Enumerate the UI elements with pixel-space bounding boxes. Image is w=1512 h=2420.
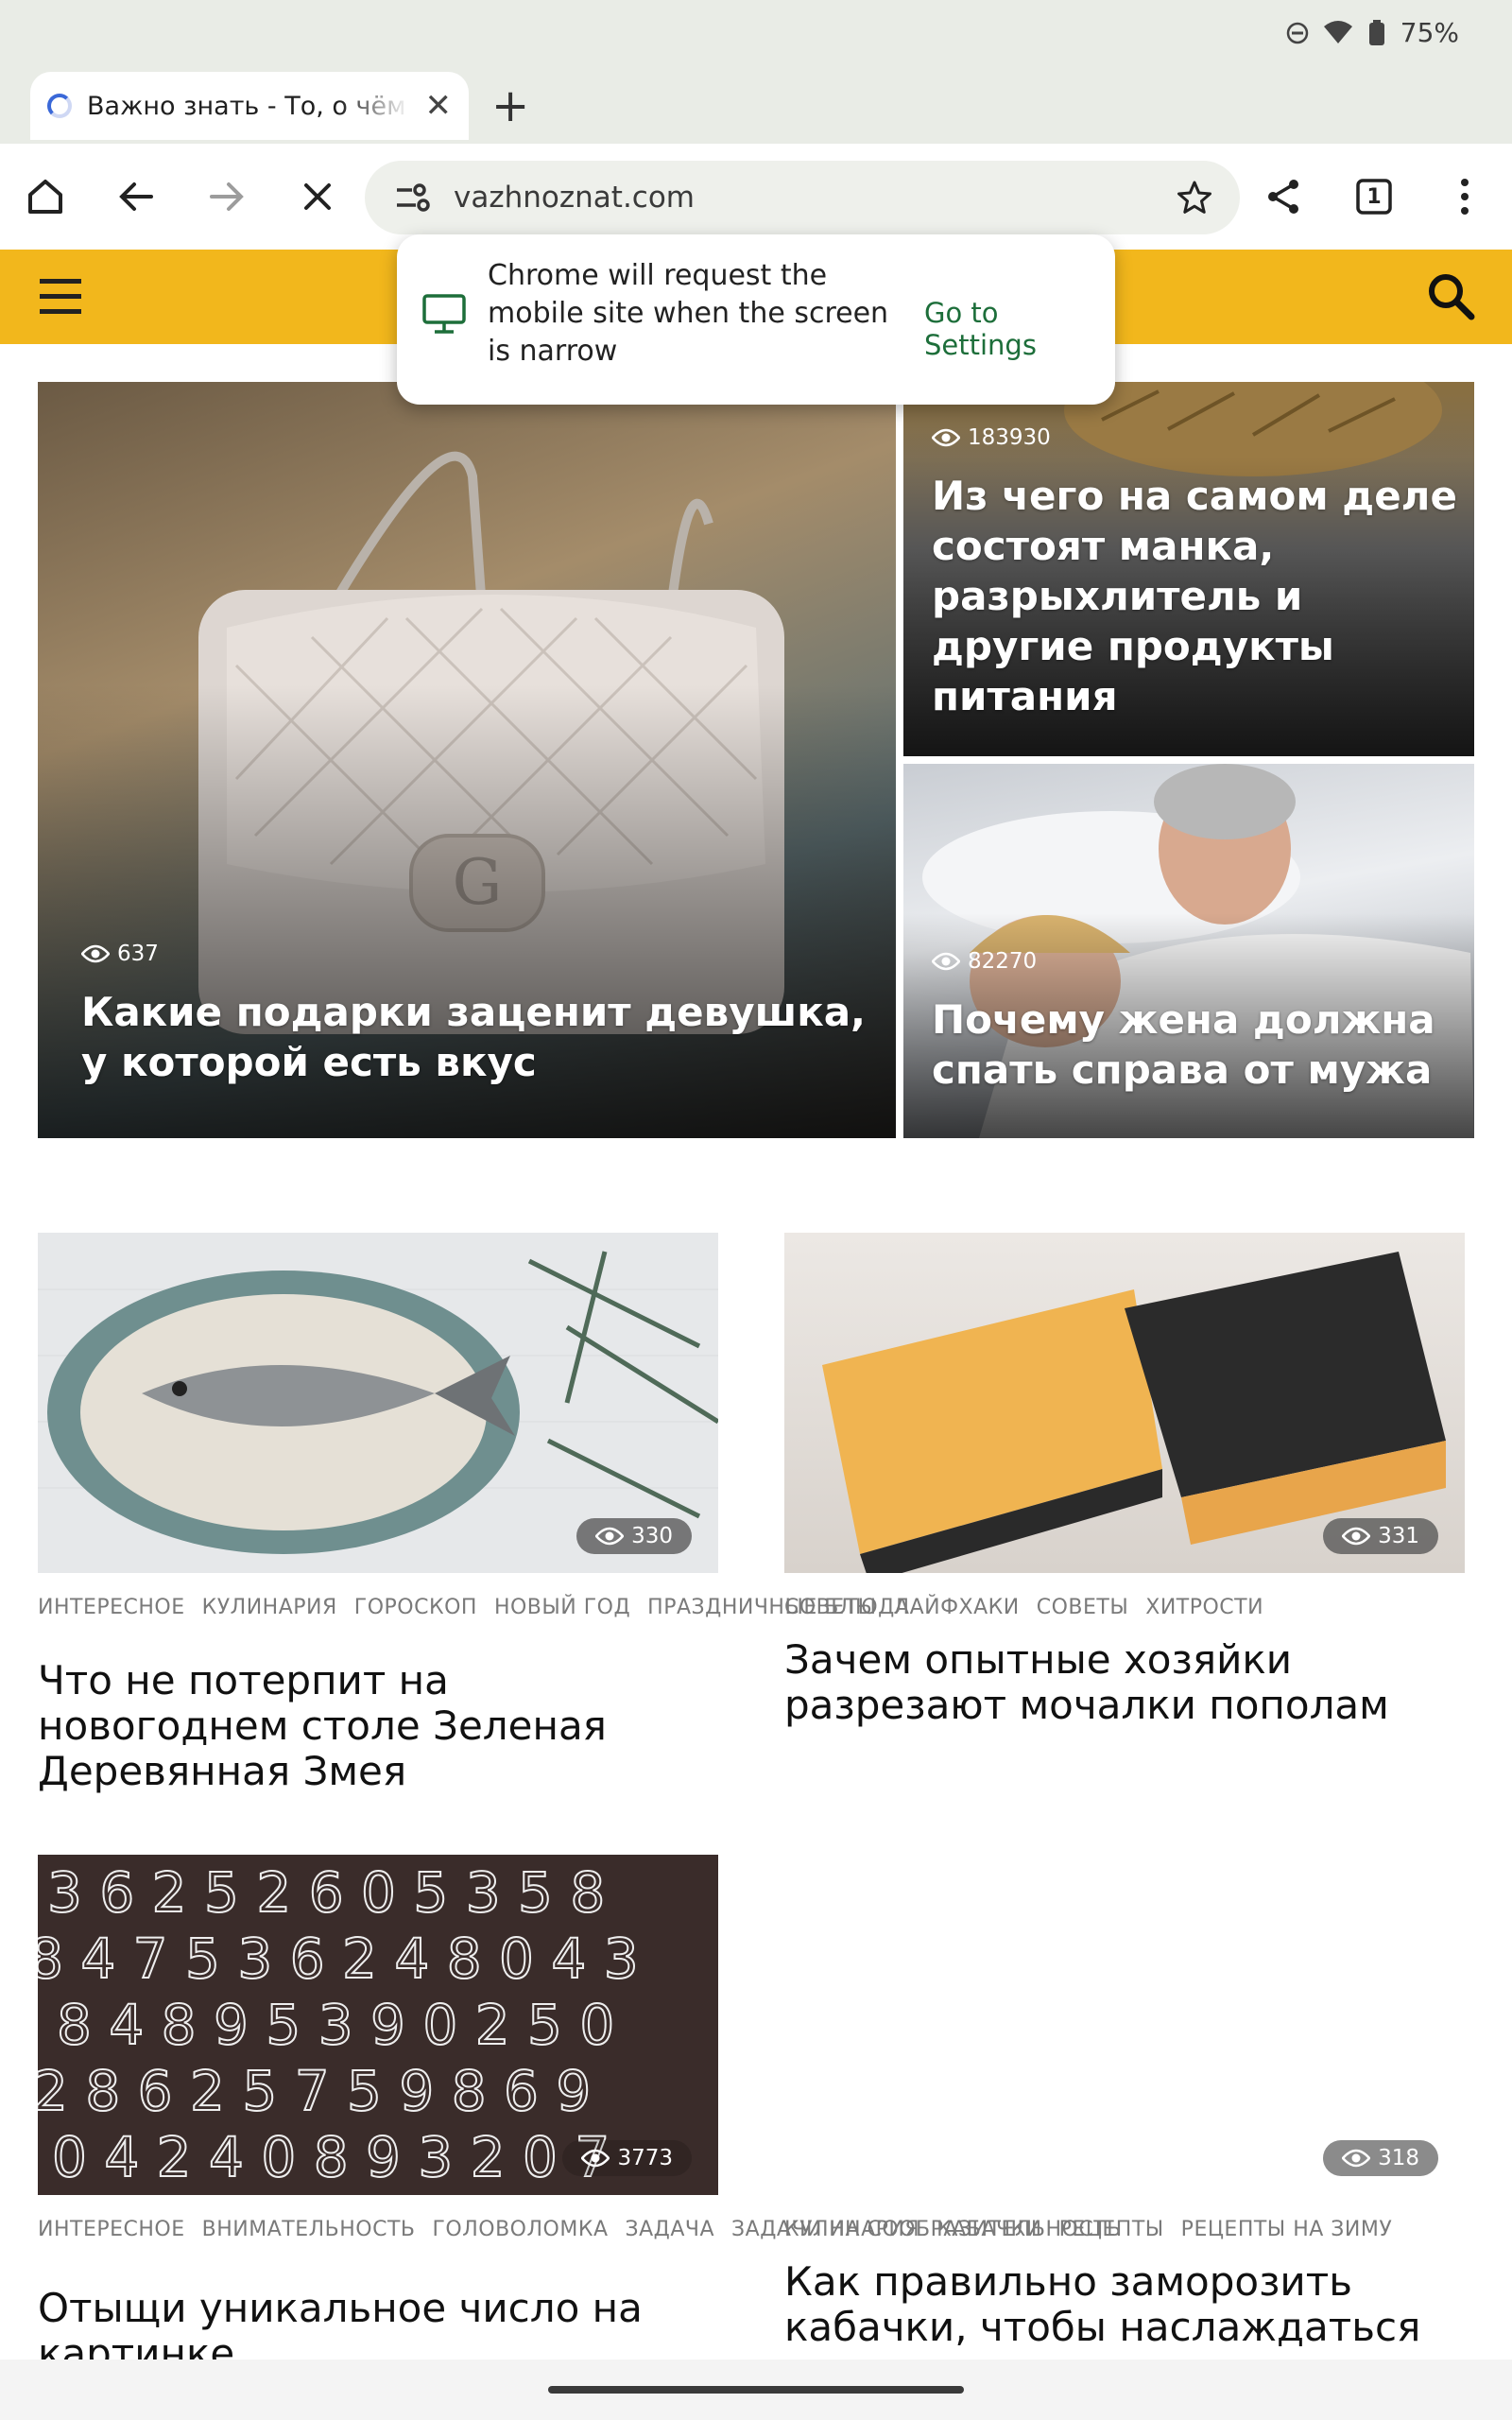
post-title[interactable]: Зачем опытные хозяйки разрезают мочалки … xyxy=(784,1637,1465,1728)
popup-message: Chrome will request the mobile site when… xyxy=(488,259,889,368)
tag-link[interactable]: ЗАДАЧА xyxy=(626,2218,715,2241)
eye-icon xyxy=(932,952,960,971)
eye-icon xyxy=(1342,2149,1371,2168)
views-badge: 3773 xyxy=(562,2140,692,2176)
bookmark-star-icon[interactable] xyxy=(1176,179,1213,216)
featured-top-right-title[interactable]: Из чего на самом деле состоят манка, раз… xyxy=(932,471,1461,721)
post-title[interactable]: Как правильно заморозить кабачки, чтобы … xyxy=(784,2259,1465,2360)
post-image-numbers[interactable]: 3 6 2 5 2 6 0 5 3 5 8 8 4 7 5 3 6 2 4 8 … xyxy=(38,1855,718,2195)
tag-link[interactable]: КАБАЧКИ xyxy=(936,2218,1041,2241)
featured-main-card[interactable]: G 637 Какие подарки заценит девушка, у к… xyxy=(38,382,896,1138)
back-icon[interactable] xyxy=(108,168,164,225)
eye-icon xyxy=(1342,1527,1371,1546)
featured-top-right-card[interactable]: 183930 Из чего на самом деле состоят ман… xyxy=(903,382,1474,756)
svg-text:0 4 2 4 0 8 9 3 2 0 7: 0 4 2 4 0 8 9 3 2 0 7 xyxy=(52,2125,610,2189)
eye-icon xyxy=(581,2149,610,2168)
close-tab-icon[interactable]: ✕ xyxy=(425,87,453,125)
do-not-disturb-icon xyxy=(1286,22,1309,43)
featured-bottom-right-title[interactable]: Почему жена должна спать справа от мужа xyxy=(932,994,1461,1095)
tag-link[interactable]: НОВЫЙ ГОД xyxy=(494,1596,630,1619)
wifi-icon xyxy=(1323,20,1352,43)
post-image-placeholder[interactable]: 318 xyxy=(784,1855,1465,2195)
views-counter: 82270 xyxy=(932,949,1037,974)
tab-strip: Важно знать - То, о чём стоит знать ✕ + xyxy=(0,68,1512,144)
hamburger-menu-icon[interactable] xyxy=(38,276,85,318)
svg-text:2 8 6 2 5 7 5 9 8 6 9: 2 8 6 2 5 7 5 9 8 6 9 xyxy=(38,2059,591,2123)
loading-spinner-icon xyxy=(47,94,72,118)
post-tags: ИНТЕРЕСНОЕ КУЛИНАРИЯ ГОРОСКОП НОВЫЙ ГОД ПРАЗ… xyxy=(38,1594,909,1622)
forward-icon[interactable] xyxy=(198,168,255,225)
tag-link[interactable]: СОВЕТЫ xyxy=(1037,1596,1129,1619)
post-title[interactable]: Отыщи уникальное число на картинке xyxy=(38,2286,718,2360)
home-icon[interactable] xyxy=(17,168,74,225)
tab-switcher-button[interactable]: 1 xyxy=(1346,168,1402,225)
views-badge: 331 xyxy=(1323,1518,1438,1554)
post-tags: КУЛИНАРИЯ КАБАЧКИ РЕЦЕПТЫ РЕЦЕПТЫ НА ЗИМУ xyxy=(784,2216,1465,2244)
go-to-settings-link[interactable]: Go to Settings xyxy=(924,297,1115,361)
tab-count: 1 xyxy=(1366,184,1382,209)
share-icon[interactable] xyxy=(1255,168,1312,225)
svg-text:8 4 7 5 3 6 2 4 8 0 4 3: 8 4 7 5 3 6 2 4 8 0 4 3 xyxy=(38,1927,639,1991)
eye-icon xyxy=(932,428,960,447)
mobile-site-popup: Chrome will request the mobile site when… xyxy=(397,234,1115,405)
featured-main-title[interactable]: Какие подарки заценит девушка, у которой… xyxy=(81,987,866,1087)
desktop-monitor-icon xyxy=(422,294,466,334)
tag-link[interactable]: ГОЛОВОЛОМКА xyxy=(433,2218,609,2241)
post-image-sponges[interactable]: 331 xyxy=(784,1233,1465,1573)
post-image-fish[interactable]: 330 xyxy=(38,1233,718,1573)
tag-link[interactable]: ХИТРОСТИ xyxy=(1145,1596,1263,1619)
tab-active[interactable]: Важно знать - То, о чём стоит знать ✕ xyxy=(30,72,469,140)
eye-icon xyxy=(81,944,110,963)
svg-text:8 4 8 9 5 3 9 0 2 5 0: 8 4 8 9 5 3 9 0 2 5 0 xyxy=(57,1993,614,2057)
navigation-bar xyxy=(0,2360,1512,2420)
tab-title: Важно знать - То, о чём стоит знать xyxy=(87,91,410,121)
search-icon[interactable] xyxy=(1425,270,1478,323)
gesture-handle[interactable] xyxy=(548,2386,964,2394)
eye-icon xyxy=(595,1527,625,1546)
tag-link[interactable]: ИНТЕРЕСНОЕ xyxy=(38,1596,185,1619)
tag-link[interactable]: ВНИМАТЕЛЬНОСТЬ xyxy=(202,2218,416,2241)
page-content: G 637 Какие подарки заценит девушка, у к… xyxy=(0,344,1512,2360)
svg-text:3 6 2 5 2 6 0 5 3 5 8: 3 6 2 5 2 6 0 5 3 5 8 xyxy=(47,1860,605,1925)
status-icons: 75% xyxy=(1285,17,1459,48)
status-bar: 75% xyxy=(0,0,1512,68)
tag-link[interactable]: РЕЦЕПТЫ НА ЗИМУ xyxy=(1181,2218,1393,2241)
tag-link[interactable]: ИНТЕРЕСНОЕ xyxy=(38,2218,185,2241)
post-tags: ИНТЕРЕСНОЕ ВНИМАТЕЛЬНОСТЬ ГОЛОВОЛОМКА ЗАДАЧ… xyxy=(38,2216,1121,2244)
more-menu-icon[interactable] xyxy=(1436,168,1493,225)
stop-loading-icon[interactable] xyxy=(289,168,346,225)
new-tab-icon[interactable]: + xyxy=(491,78,529,134)
tag-link[interactable]: РЕЦЕПТЫ xyxy=(1059,2218,1164,2241)
post-title[interactable]: Что не потерпит на новогоднем столе Зеле… xyxy=(38,1658,699,1794)
site-settings-icon[interactable] xyxy=(393,181,431,215)
tag-link[interactable]: ЛАЙФХАКИ xyxy=(894,1596,1020,1619)
omnibox[interactable]: vazhnoznat.com xyxy=(365,161,1240,234)
featured-bottom-right-card[interactable]: 82270 Почему жена должна спать справа от… xyxy=(903,764,1474,1138)
views-badge: 330 xyxy=(576,1518,692,1554)
views-counter: 183930 xyxy=(932,425,1051,450)
tag-link[interactable]: СОВЕТЫ xyxy=(784,1596,877,1619)
battery-icon xyxy=(1368,19,1384,45)
tag-link[interactable]: КУЛИНАРИЯ xyxy=(784,2218,919,2241)
tag-link[interactable]: КУЛИНАРИЯ xyxy=(202,1596,337,1619)
post-tags: СОВЕТЫ ЛАЙФХАКИ СОВЕТЫ ХИТРОСТИ xyxy=(784,1594,1465,1622)
battery-percent: 75% xyxy=(1400,17,1459,48)
views-counter: 637 xyxy=(81,942,159,966)
views-badge: 318 xyxy=(1323,2140,1438,2176)
url-text[interactable]: vazhnoznat.com xyxy=(454,181,695,215)
tag-link[interactable]: ГОРОСКОП xyxy=(354,1596,477,1619)
